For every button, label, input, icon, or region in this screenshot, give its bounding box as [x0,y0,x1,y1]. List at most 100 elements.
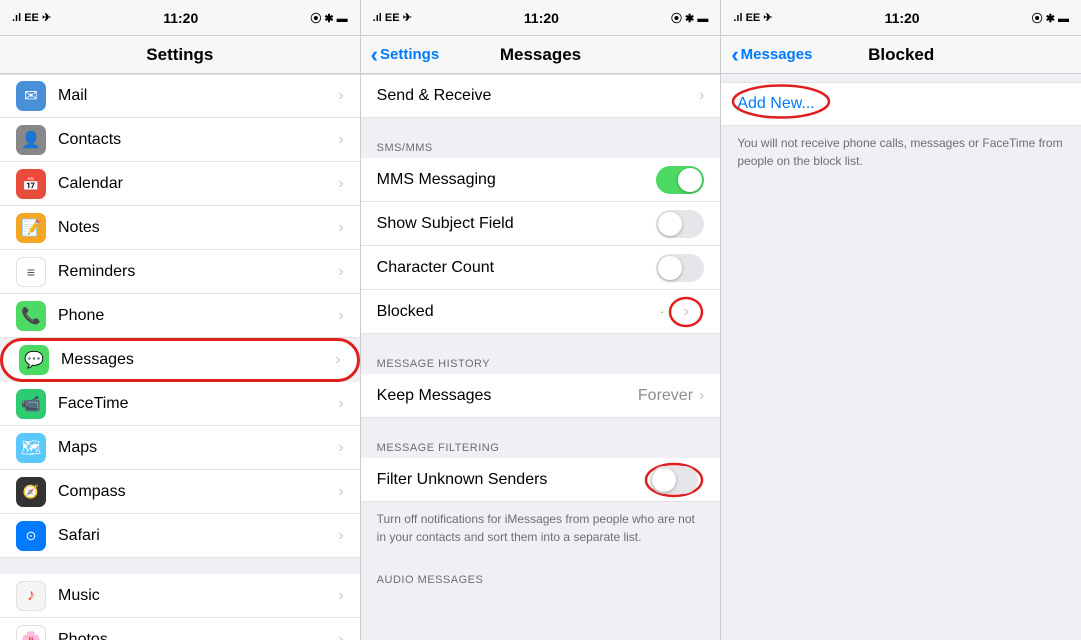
blocked-row[interactable]: Blocked · › [361,290,721,334]
blocked-panel: Add New... You will not receive phone ca… [721,74,1081,640]
messages-back-label: Settings [380,46,439,63]
time-1: 11:20 [163,10,198,26]
nav-header-settings: Settings [0,36,361,73]
character-count-label: Character Count [377,259,657,277]
mms-messaging-row[interactable]: MMS Messaging [361,158,721,202]
nav-header-blocked: Messages Blocked [721,36,1081,73]
icons-right-3: ⦿ ✱ ▬ [1032,10,1069,26]
maps-chevron: › [338,439,343,457]
messages-chevron: › [335,351,340,369]
maps-icon: 🗺 [16,433,46,463]
reminders-chevron: › [338,263,343,281]
keep-messages-row[interactable]: Keep Messages Forever › [361,374,721,418]
settings-row-facetime[interactable]: 📹 FaceTime › [0,382,360,426]
show-subject-field-row[interactable]: Show Subject Field [361,202,721,246]
settings-row-messages[interactable]: 💬 Messages › [0,338,360,382]
mail-chevron: › [338,87,343,105]
blocked-nav-title: Blocked [868,45,934,65]
mms-messaging-label: MMS Messaging [377,171,657,189]
settings-row-notes[interactable]: 📝 Notes › [0,206,360,250]
settings-nav-title: Settings [146,45,213,65]
mail-label: Mail [58,87,338,105]
filter-toggle-thumb [652,468,676,492]
icons-right-2: ⦿ ✱ ▬ [671,10,708,26]
settings-row-maps[interactable]: 🗺 Maps › [0,426,360,470]
notes-chevron: › [338,219,343,237]
filter-unknown-label: Filter Unknown Senders [377,471,645,489]
nav-headers-row: Settings Settings Messages Messages Bloc… [0,36,1081,74]
maps-label: Maps [58,439,338,457]
filter-unknown-row[interactable]: Filter Unknown Senders [361,458,721,502]
add-new-label[interactable]: Add New... [737,95,814,113]
settings-row-phone[interactable]: 📞 Phone › [0,294,360,338]
char-toggle-thumb [658,256,682,280]
add-new-row[interactable]: Add New... [721,82,1081,126]
mail-icon: ✉ [16,81,46,111]
keep-messages-chevron: › [699,387,704,405]
mms-messaging-toggle[interactable] [656,166,704,194]
calendar-label: Calendar [58,175,338,193]
settings-row-mail[interactable]: ✉ Mail › [0,74,360,118]
settings-row-calendar[interactable]: 📅 Calendar › [0,162,360,206]
blocked-back-button[interactable]: Messages [731,44,812,66]
signal-left-3: .ıl EE ✈ [733,11,772,24]
message-history-header: MESSAGE HISTORY [361,350,721,374]
phone-chevron: › [338,307,343,325]
filter-unknown-toggle[interactable] [650,466,698,494]
contacts-chevron: › [338,131,343,149]
keep-messages-value: Forever [638,387,693,405]
status-bar-2: .ıl EE ✈ 11:20 ⦿ ✱ ▬ [361,0,722,35]
settings-row-compass[interactable]: 🧭 Compass › [0,470,360,514]
facetime-icon: 📹 [16,389,46,419]
reminders-icon: ≡ [16,257,46,287]
notes-label: Notes [58,219,338,237]
status-bars-row: .ıl EE ✈ 11:20 ⦿ ✱ ▬ .ıl EE ✈ 11:20 ⦿ ✱ … [0,0,1081,36]
safari-label: Safari [58,527,338,545]
settings-row-reminders[interactable]: ≡ Reminders › [0,250,360,294]
music-chevron: › [338,587,343,605]
blocked-back-label: Messages [741,46,813,63]
status-bar-3: .ıl EE ✈ 11:20 ⦿ ✱ ▬ [721,0,1081,35]
sms-mms-header: SMS/MMS [361,134,721,158]
blocked-dot: · [660,304,664,319]
calendar-chevron: › [338,175,343,193]
nav-header-messages: Settings Messages [361,36,722,73]
character-count-toggle[interactable] [656,254,704,282]
safari-icon: ⊙ [16,521,46,551]
settings-row-safari[interactable]: ⊙ Safari › [0,514,360,558]
blocked-label: Blocked [377,303,660,321]
mms-toggle-thumb [678,168,702,192]
time-3: 11:20 [885,10,920,26]
signal-left-1: .ıl EE ✈ [12,11,51,24]
time-2: 11:20 [524,10,559,26]
music-icon: ♪ [16,581,46,611]
contacts-icon: 👤 [16,125,46,155]
audio-messages-header: AUDIO MESSAGES [361,566,721,590]
facetime-label: FaceTime [58,395,338,413]
messages-settings-panel: Send & Receive › SMS/MMS MMS Messaging S… [361,74,722,640]
notes-icon: 📝 [16,213,46,243]
phone-icon: 📞 [16,301,46,331]
settings-row-photos[interactable]: 🌸 Photos › [0,618,360,640]
signal-left-2: .ıl EE ✈ [373,11,412,24]
send-receive-chevron: › [699,87,704,105]
send-receive-label: Send & Receive [377,87,699,105]
music-label: Music [58,587,338,605]
character-count-row[interactable]: Character Count [361,246,721,290]
message-filtering-header: MESSAGE FILTERING [361,434,721,458]
messages-nav-title: Messages [500,45,581,65]
settings-row-music[interactable]: ♪ Music › [0,574,360,618]
messages-icon: 💬 [19,345,49,375]
send-receive-row[interactable]: Send & Receive › [361,74,721,118]
settings-row-contacts[interactable]: 👤 Contacts › [0,118,360,162]
messages-label: Messages [61,351,335,369]
compass-chevron: › [338,483,343,501]
compass-label: Compass [58,483,338,501]
show-subject-toggle[interactable] [656,210,704,238]
add-new-container: Add New... [721,82,1081,126]
reminders-label: Reminders [58,263,338,281]
messages-back-button[interactable]: Settings [371,44,440,66]
blocked-description: You will not receive phone calls, messag… [721,126,1081,186]
photos-icon: 🌸 [16,625,46,640]
photos-label: Photos [58,631,338,640]
